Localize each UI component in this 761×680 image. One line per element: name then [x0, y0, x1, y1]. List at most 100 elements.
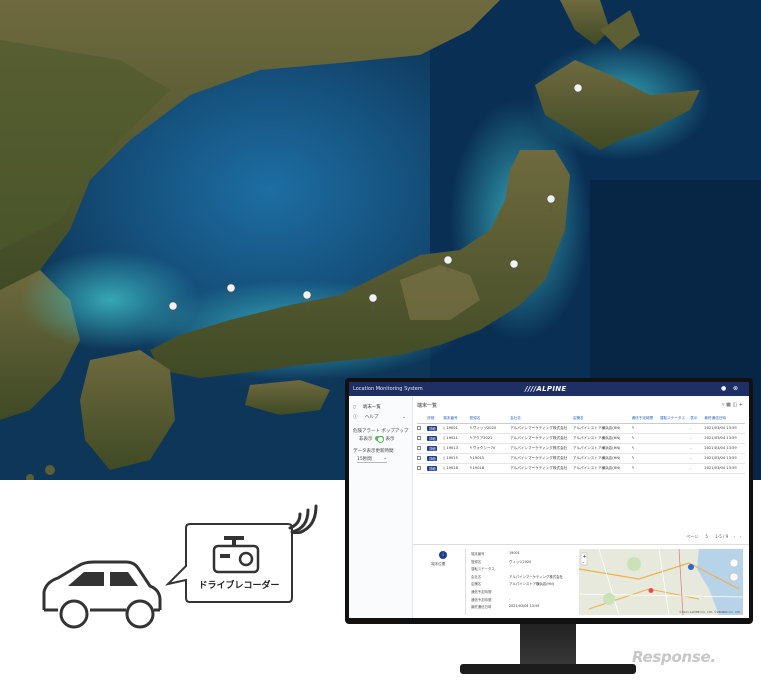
- store-cell: アルパインストア横浜店(HN): [572, 423, 632, 434]
- schedule-cell: ✎: [631, 463, 660, 474]
- table-row[interactable]: 詳細 ▯ 19013 ✎ヴォクシー7V アルパインマーケティング株式会社 アルパインスト…: [417, 443, 745, 454]
- app-header: Location Monitoring System ////ALPINE ● …: [349, 382, 749, 396]
- detail-button[interactable]: 詳細: [427, 433, 444, 444]
- schedule-cell: ✎: [631, 423, 660, 434]
- export-icon[interactable]: ◫: [732, 402, 737, 408]
- row-checkbox[interactable]: [417, 443, 428, 454]
- col-device-id[interactable]: 端末番号: [443, 414, 470, 424]
- last-comm-cell: 2021/03/04 13:59: [704, 453, 745, 464]
- company-cell: アルパインマーケティング株式会社: [510, 463, 573, 474]
- name-cell: ✎ヴィッツ2020: [469, 423, 511, 434]
- detail-key: 会社名: [471, 574, 482, 579]
- monitor: Location Monitoring System ////ALPINE ● …: [345, 378, 753, 624]
- device-label: ドライブレコーダー: [198, 581, 280, 591]
- main-panel: 端末一覧 ▿ ▩ ◫ + 詳細 端末番号 登録名 会社名 店舗名 通信予定時間 …: [413, 396, 749, 618]
- logout-icon[interactable]: ⊗: [733, 385, 738, 392]
- detail-button[interactable]: 詳細: [427, 443, 444, 454]
- monitor-stand: [520, 624, 576, 668]
- device-detail-panel: i 端末位置 端末番号 19001 登録名 ヴィッツ2020 運転ステータス 会社名 アルパ…: [413, 544, 749, 618]
- col-schedule[interactable]: 通信予定時間: [631, 414, 660, 424]
- sidebar-item-help[interactable]: ⓘ ヘルプ ⌄: [353, 414, 406, 420]
- device-id-cell: ▯ 19018: [443, 463, 470, 474]
- car-icon: [42, 560, 162, 629]
- col-company[interactable]: 会社名: [510, 414, 573, 424]
- location-icon: i: [439, 551, 447, 559]
- status-cell: [659, 443, 691, 454]
- col-status[interactable]: 運転ステータス: [659, 414, 691, 424]
- col-display[interactable]: 表示: [690, 414, 705, 424]
- row-checkbox[interactable]: [417, 433, 428, 444]
- name-cell: ✎ヴォクシー7V: [469, 443, 511, 454]
- detail-button[interactable]: 詳細: [427, 453, 444, 464]
- display-cell: -: [690, 423, 705, 434]
- detail-key: 運転ステータス: [471, 567, 495, 572]
- table-header: 詳細 端末番号 登録名 会社名 店舗名 通信予定時間 運転ステータス 表示 最終…: [417, 414, 745, 424]
- company-cell: アルパインマーケティング株式会社: [510, 443, 573, 454]
- display-cell: -: [690, 463, 705, 474]
- sidebar: ▯ 端末一覧 ⓘ ヘルプ ⌄ 危険アラート ポップアップ 非表示 表示 データ表示…: [349, 396, 413, 618]
- col-name[interactable]: 登録名: [469, 414, 511, 424]
- table-tools: ▿ ▩ ◫ +: [722, 402, 743, 408]
- alpine-logo: ////ALPINE: [525, 385, 567, 393]
- add-icon[interactable]: +: [739, 402, 743, 408]
- edit-icon[interactable]: ✎: [632, 426, 635, 430]
- edit-icon[interactable]: ✎: [632, 466, 635, 470]
- chevron-down-icon: ⌄: [383, 456, 387, 461]
- table-row[interactable]: 詳細 ▯ 19018 ✎19018 アルパインマーケティング株式会社 アルパインストア横…: [417, 463, 745, 474]
- next-page-icon[interactable]: ›: [739, 534, 741, 539]
- col-last-comm[interactable]: 最終通信日時: [704, 414, 745, 424]
- pager-range: 1-5 / 9: [715, 534, 729, 539]
- last-comm-cell: 2021/03/04 13:59: [704, 423, 745, 434]
- select-all-col[interactable]: [417, 414, 428, 424]
- toggle-switch[interactable]: [374, 436, 384, 443]
- col-detail[interactable]: 詳細: [427, 414, 444, 424]
- watermark: Response.: [632, 648, 716, 666]
- alert-popup-toggle[interactable]: 非表示 表示: [359, 436, 395, 443]
- row-checkbox[interactable]: [417, 463, 428, 474]
- detail-value: 19001: [509, 551, 520, 555]
- detail-key: 端末番号: [471, 552, 485, 556]
- row-checkbox[interactable]: [417, 453, 428, 464]
- detail-button[interactable]: 詳細: [427, 423, 444, 434]
- row-checkbox[interactable]: [417, 423, 428, 434]
- help-icon: ⓘ: [353, 415, 358, 420]
- bell-icon[interactable]: ●: [721, 385, 726, 392]
- detail-value: 2021/03/04 13:59: [509, 604, 540, 609]
- last-comm-cell: 2021/03/04 13:59: [704, 443, 745, 454]
- filter-icon[interactable]: ▿: [722, 402, 725, 408]
- detail-value: アルパインマーケティング株式会社: [509, 574, 563, 579]
- store-cell: アルパインストア横浜店(HN): [572, 433, 632, 444]
- col-store[interactable]: 店舗名: [572, 414, 632, 424]
- phone-icon: ▯: [443, 436, 446, 440]
- detail-button[interactable]: 詳細: [427, 463, 444, 474]
- phone-icon: ▯: [443, 466, 446, 470]
- data-interval-select[interactable]: 15秒間 ⌄: [357, 456, 387, 463]
- last-comm-cell: 2021/03/04 13:59: [704, 433, 745, 444]
- table-row[interactable]: 詳細 ▯ 19001 ✎ヴィッツ2020 アルパインマーケティング株式会社 アルパインス…: [417, 423, 745, 434]
- delete-icon[interactable]: ▩: [726, 402, 731, 408]
- prev-page-icon[interactable]: ‹: [734, 534, 736, 539]
- device-id-cell: ▯ 19013: [443, 443, 470, 454]
- detail-value: アルパインストア横浜店(HN): [509, 582, 554, 587]
- company-cell: アルパインマーケティング株式会社: [510, 453, 573, 464]
- pagination: ページ 5 1-5 / 9 ‹ ›: [686, 534, 741, 539]
- speech-bubble: [164, 523, 293, 603]
- mini-map[interactable]: + - ©2021 ALPINE CO., LTD. ©ZENRIN CO., …: [579, 549, 743, 615]
- map-tiles: + -: [579, 549, 743, 615]
- edit-icon[interactable]: ✎: [632, 456, 635, 460]
- detail-value: ヴィッツ2020: [509, 559, 532, 564]
- schedule-cell: ✎: [631, 443, 660, 454]
- sidebar-item-device-list[interactable]: ▯ 端末一覧: [353, 404, 381, 410]
- edit-icon[interactable]: ✎: [632, 446, 635, 450]
- edit-icon[interactable]: ✎: [632, 436, 635, 440]
- per-page-select[interactable]: 5: [705, 534, 708, 539]
- detail-key: 通信予定時間: [471, 590, 492, 594]
- table-row[interactable]: 詳細 ▯ 19011 ✎アクア2021 アルパインマーケティング株式会社 アルパインスト…: [417, 433, 745, 444]
- wifi-signal-icon: [288, 504, 318, 534]
- phone-icon: ▯: [443, 446, 446, 450]
- table-row[interactable]: 詳細 ▯ 19015 ✎19015 アルパインマーケティング株式会社 アルパインストア横…: [417, 453, 745, 464]
- phone-icon: ▯: [443, 426, 446, 430]
- schedule-cell: ✎: [631, 433, 660, 444]
- display-cell: -: [690, 443, 705, 454]
- detail-key: 通信予定時間: [471, 597, 492, 602]
